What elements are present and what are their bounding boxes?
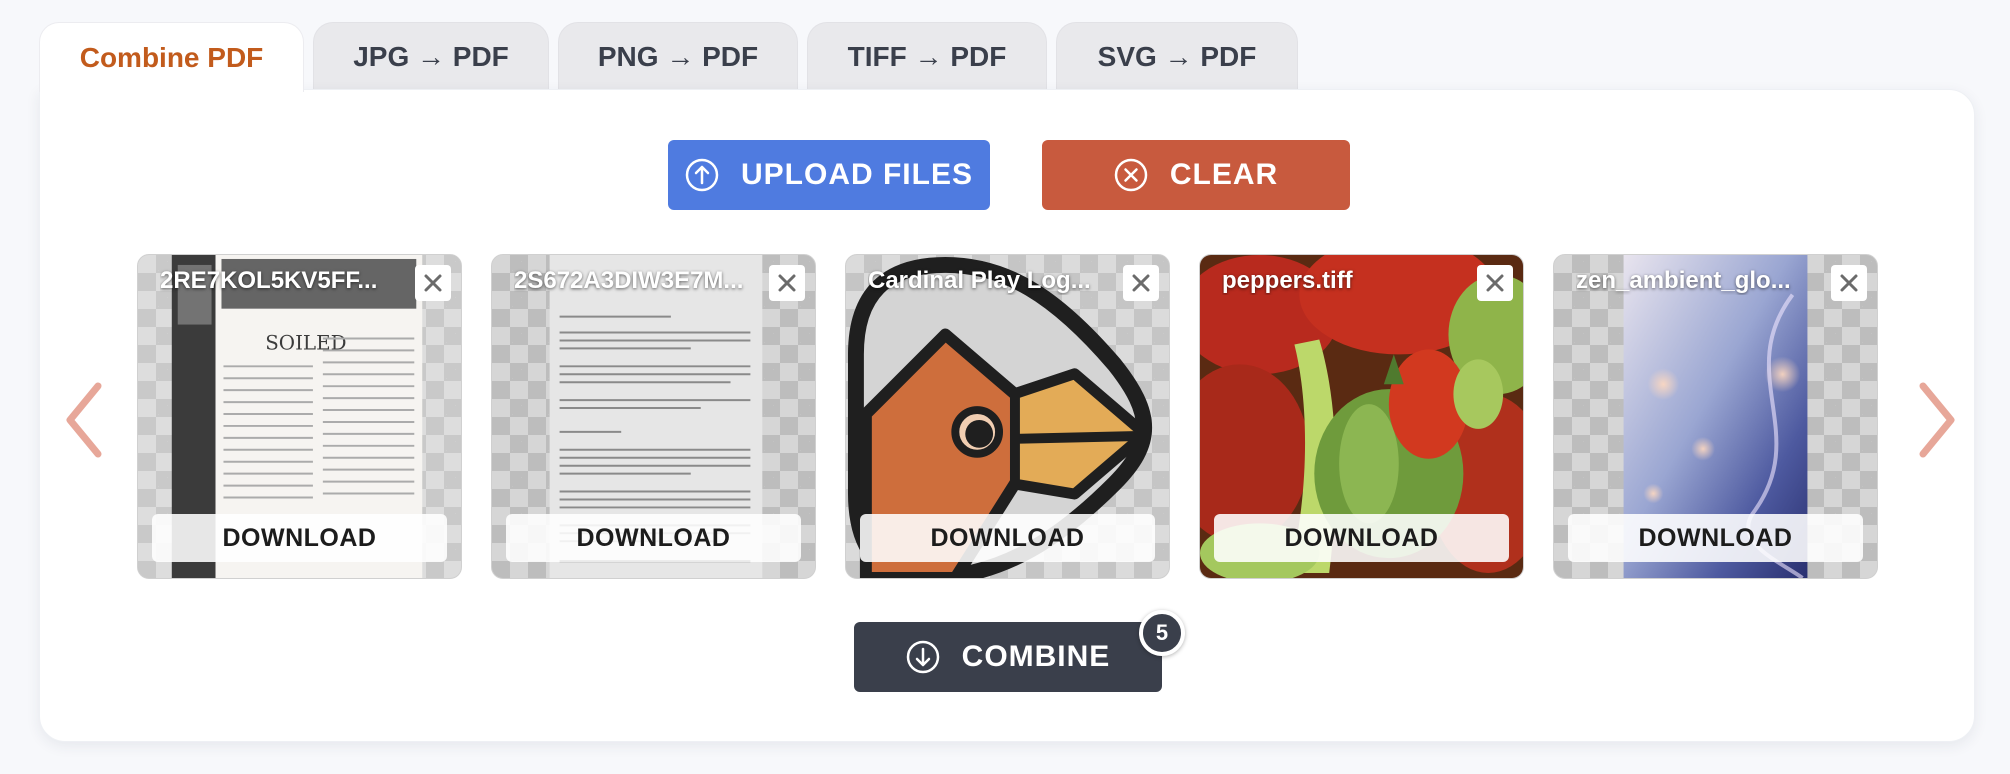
upload-icon bbox=[685, 158, 719, 192]
tab-combine-pdf[interactable]: Combine PDF bbox=[39, 22, 304, 92]
combine-button[interactable]: COMBINE bbox=[854, 622, 1162, 692]
tab-jpg-to-pdf[interactable]: JPG → PDF bbox=[313, 22, 549, 90]
remove-file-button[interactable] bbox=[1831, 265, 1867, 301]
close-icon bbox=[1486, 274, 1504, 292]
download-button[interactable]: DOWNLOAD bbox=[1214, 514, 1509, 562]
file-card: zen_ambient_glo... DOWNLOAD bbox=[1553, 254, 1878, 579]
combine-label: COMBINE bbox=[961, 640, 1111, 673]
file-card: SOILED 2RE7KOL5KV5FF... DOWNLOAD bbox=[137, 254, 462, 579]
main-panel: UPLOAD FILES CLEAR SOILED bbox=[39, 89, 1975, 742]
download-button[interactable]: DOWNLOAD bbox=[1568, 514, 1863, 562]
clear-button[interactable]: CLEAR bbox=[1042, 140, 1350, 210]
file-card: Cardinal Play Log... DOWNLOAD bbox=[845, 254, 1170, 579]
close-icon bbox=[778, 274, 796, 292]
download-icon bbox=[906, 640, 939, 674]
file-name: 2S672A3DIW3E7M... bbox=[514, 267, 744, 294]
download-button[interactable]: DOWNLOAD bbox=[506, 514, 801, 562]
tab-svg-to-pdf[interactable]: SVG → PDF bbox=[1056, 22, 1298, 90]
file-name: zen_ambient_glo... bbox=[1576, 267, 1791, 294]
remove-file-button[interactable] bbox=[1477, 265, 1513, 301]
upload-files-button[interactable]: UPLOAD FILES bbox=[668, 140, 990, 210]
close-icon bbox=[1132, 274, 1150, 292]
close-icon bbox=[1840, 274, 1858, 292]
file-name: 2RE7KOL5KV5FF... bbox=[160, 267, 378, 294]
clear-label: CLEAR bbox=[1169, 158, 1279, 191]
file-name: peppers.tiff bbox=[1222, 267, 1353, 294]
file-name: Cardinal Play Log... bbox=[868, 267, 1091, 294]
remove-file-button[interactable] bbox=[1123, 265, 1159, 301]
download-button[interactable]: DOWNLOAD bbox=[860, 514, 1155, 562]
file-card: peppers.tiff DOWNLOAD bbox=[1199, 254, 1524, 579]
carousel-prev-icon[interactable] bbox=[62, 380, 106, 460]
download-button[interactable]: DOWNLOAD bbox=[152, 514, 447, 562]
file-count-badge: 5 bbox=[1139, 610, 1185, 656]
tab-tiff-to-pdf[interactable]: TIFF → PDF bbox=[807, 22, 1047, 90]
upload-files-label: UPLOAD FILES bbox=[740, 158, 973, 191]
clear-icon bbox=[1114, 158, 1148, 192]
remove-file-button[interactable] bbox=[415, 265, 451, 301]
carousel-next-icon[interactable] bbox=[1915, 380, 1959, 460]
tab-png-to-pdf[interactable]: PNG → PDF bbox=[558, 22, 798, 90]
remove-file-button[interactable] bbox=[769, 265, 805, 301]
close-icon bbox=[424, 274, 442, 292]
file-card: 2S672A3DIW3E7M... DOWNLOAD bbox=[491, 254, 816, 579]
